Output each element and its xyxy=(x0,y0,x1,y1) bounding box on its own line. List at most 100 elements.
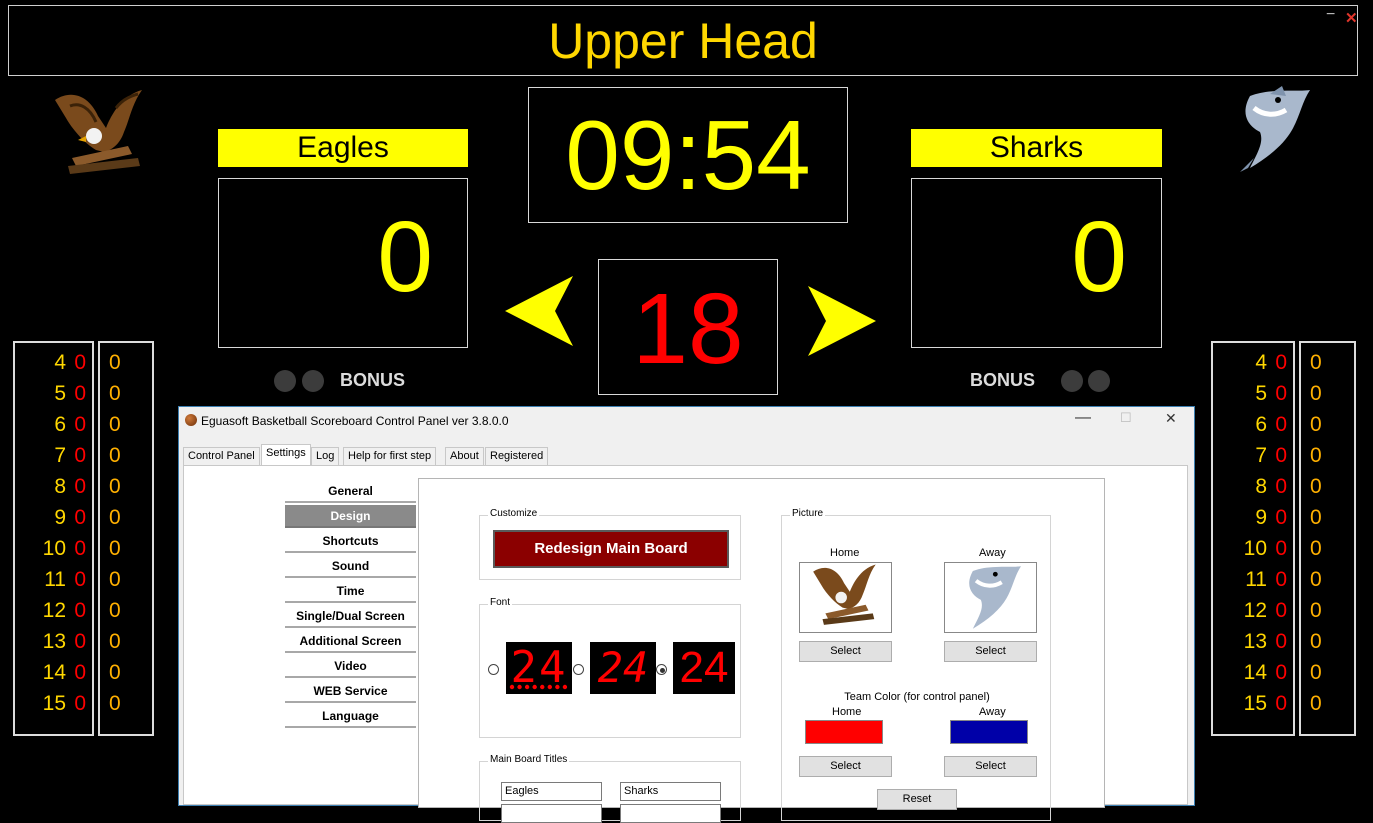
game-clock-box: 09:54 xyxy=(528,87,848,223)
player-number: 12 xyxy=(42,599,66,622)
player-points-row: 0 xyxy=(1301,474,1354,499)
player-number: 8 xyxy=(1255,475,1267,498)
player-number: 14 xyxy=(1243,661,1267,684)
customize-group: Customize Redesign Main Board xyxy=(479,508,741,580)
home-picture-select-button[interactable]: Select xyxy=(799,641,892,662)
player-points-row: 0 xyxy=(100,412,152,437)
board-close-icon[interactable]: ✕ xyxy=(1345,9,1358,27)
nav-design[interactable]: Design xyxy=(285,505,416,528)
player-row: 13 0 xyxy=(1213,629,1293,654)
player-points: 0 xyxy=(1310,506,1322,529)
home-subtitle-input[interactable] xyxy=(501,804,602,823)
player-row: 10 0 xyxy=(1213,536,1293,561)
eagle-icon xyxy=(813,564,876,625)
nav-general[interactable]: General xyxy=(285,480,416,503)
player-points-row: 0 xyxy=(1301,567,1354,592)
player-fouls: 0 xyxy=(1275,506,1287,529)
player-points-row: 0 xyxy=(1301,598,1354,623)
player-points-row: 0 xyxy=(1301,660,1354,685)
away-picture-select-button[interactable]: Select xyxy=(944,641,1037,662)
away-title-input[interactable]: Sharks xyxy=(620,782,721,801)
player-points-row: 0 xyxy=(100,691,152,716)
player-points: 0 xyxy=(109,630,121,653)
font-preview-standard-text: 24 xyxy=(679,643,729,692)
home-team-name: Eagles xyxy=(218,129,468,167)
font-group: Font 24 24 24 xyxy=(479,597,741,738)
player-number: 8 xyxy=(54,475,66,498)
player-row: 60 xyxy=(1213,412,1293,437)
player-points: 0 xyxy=(1310,475,1322,498)
font-preview-digital: 24 xyxy=(590,642,656,694)
player-number: 13 xyxy=(1243,630,1267,653)
home-color-swatch[interactable] xyxy=(805,720,883,744)
player-number: 11 xyxy=(44,568,66,591)
tab-about[interactable]: About xyxy=(445,447,484,465)
player-fouls: 0 xyxy=(1275,382,1287,405)
font-radio-standard[interactable] xyxy=(656,664,667,675)
home-picture-label: Home xyxy=(830,547,860,559)
redesign-main-board-button[interactable]: Redesign Main Board xyxy=(493,530,729,568)
nav-web-service[interactable]: WEB Service xyxy=(285,680,416,703)
tab-log[interactable]: Log xyxy=(311,447,340,465)
tab-registered[interactable]: Registered xyxy=(485,447,549,465)
away-subtitle-input[interactable] xyxy=(620,804,721,823)
player-row: 11 0 xyxy=(1213,567,1293,592)
font-label: Font xyxy=(488,597,513,608)
shot-clock: 18 xyxy=(632,273,744,385)
home-color-label: Home xyxy=(832,706,862,718)
reset-button[interactable]: Reset xyxy=(877,789,957,810)
player-points: 0 xyxy=(109,661,121,684)
nav-single-dual-screen[interactable]: Single/Dual Screen xyxy=(285,605,416,628)
player-number: 15 xyxy=(42,692,66,715)
font-radio-dotmatrix[interactable] xyxy=(488,664,499,675)
player-fouls: 0 xyxy=(1275,475,1287,498)
player-fouls: 0 xyxy=(74,568,86,591)
player-row: 11 0 xyxy=(15,567,92,592)
board-title-box: Upper Head xyxy=(8,5,1358,76)
font-radio-digital[interactable] xyxy=(573,664,584,675)
team-color-label: Team Color (for control panel) xyxy=(844,691,990,703)
player-points: 0 xyxy=(109,413,121,436)
nav-sound[interactable]: Sound xyxy=(285,555,416,578)
nav-video[interactable]: Video xyxy=(285,655,416,678)
player-row: 10 0 xyxy=(15,536,92,561)
tab-control-panel[interactable]: Control Panel xyxy=(183,447,260,465)
player-row: 90 xyxy=(15,505,92,530)
nav-shortcuts[interactable]: Shortcuts xyxy=(285,530,416,553)
player-row: 80 xyxy=(15,474,92,499)
tab-help[interactable]: Help for first step xyxy=(343,447,437,465)
home-title-input[interactable]: Eagles xyxy=(501,782,602,801)
away-player-points: 0 0 0 0 0 0 0 0 0 0 0 0 xyxy=(1299,341,1356,736)
player-number: 15 xyxy=(1243,692,1267,715)
nav-additional-screen[interactable]: Additional Screen xyxy=(285,630,416,653)
away-color-select-button[interactable]: Select xyxy=(944,756,1037,777)
customize-label: Customize xyxy=(488,508,540,519)
nav-time[interactable]: Time xyxy=(285,580,416,603)
player-fouls: 0 xyxy=(74,537,86,560)
player-number: 5 xyxy=(54,382,66,405)
player-number: 13 xyxy=(42,630,66,653)
player-points: 0 xyxy=(1310,692,1322,715)
player-row: 14 0 xyxy=(1213,660,1293,685)
player-points: 0 xyxy=(1310,351,1322,374)
home-player-points: 0 0 0 0 0 0 0 0 0 0 0 0 xyxy=(98,341,154,736)
window-maximize-icon[interactable]: ☐ xyxy=(1120,410,1132,426)
player-fouls: 0 xyxy=(74,599,86,622)
window-close-icon[interactable]: ✕ xyxy=(1165,410,1177,427)
away-color-swatch[interactable] xyxy=(950,720,1028,744)
player-row: 60 xyxy=(15,412,92,437)
nav-language[interactable]: Language xyxy=(285,705,416,728)
player-fouls: 0 xyxy=(74,475,86,498)
tab-settings[interactable]: Settings xyxy=(261,444,311,466)
player-points: 0 xyxy=(109,506,121,529)
player-row: 70 xyxy=(15,443,92,468)
player-points: 0 xyxy=(109,599,121,622)
player-number: 11 xyxy=(1245,568,1267,591)
player-row: 12 0 xyxy=(1213,598,1293,623)
player-points-row: 0 xyxy=(100,567,152,592)
away-score-box: 0 xyxy=(911,178,1162,348)
player-points-row: 0 xyxy=(100,629,152,654)
home-color-select-button[interactable]: Select xyxy=(799,756,892,777)
window-minimize-icon[interactable]: — xyxy=(1075,409,1091,427)
board-minimize-icon[interactable]: − xyxy=(1326,6,1335,24)
